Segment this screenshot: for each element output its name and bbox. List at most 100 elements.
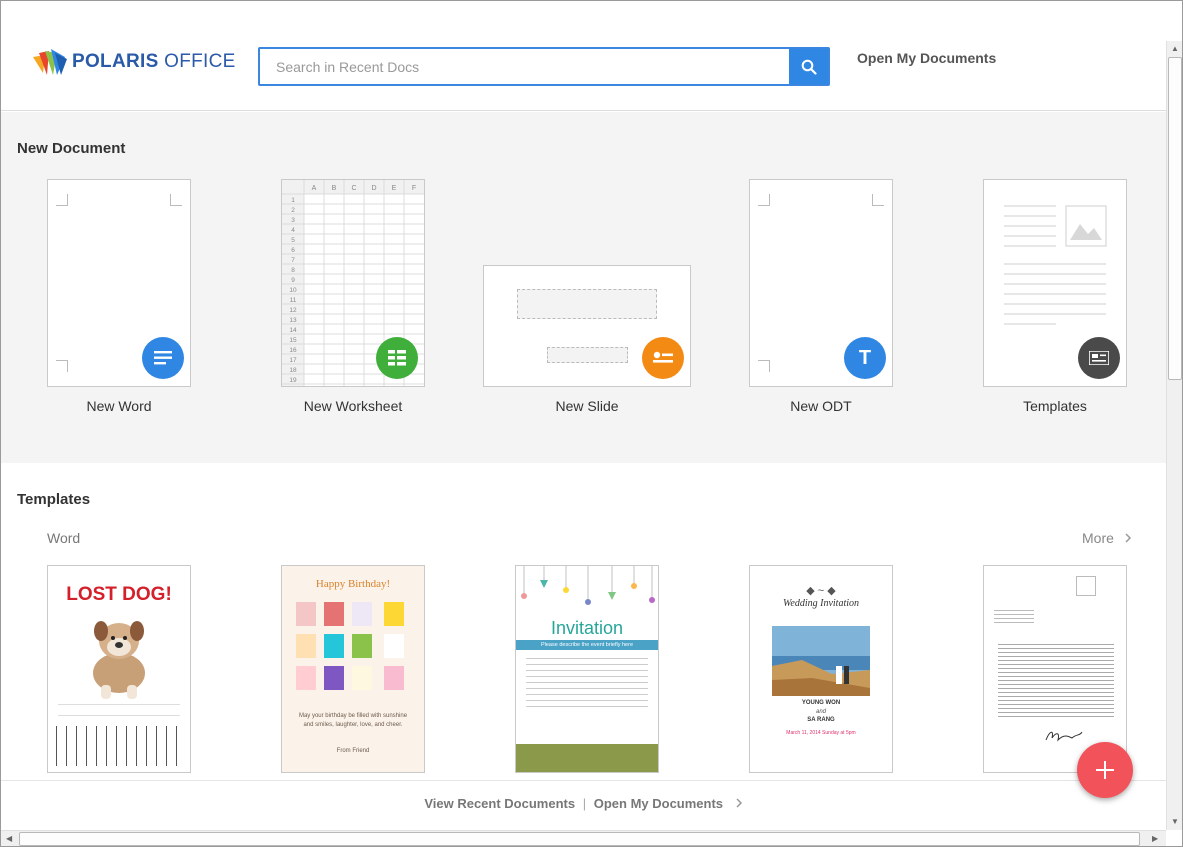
more-label: More — [1082, 530, 1114, 546]
new-slide-card[interactable] — [483, 265, 691, 387]
more-templates-link[interactable]: More — [1082, 530, 1132, 546]
new-document-section: New Document New Word A B C D E F 1 2 3 … — [1, 112, 1166, 463]
slide-title-placeholder — [517, 289, 657, 319]
page-corner-mark — [56, 194, 68, 206]
birthday-from: From Friend — [336, 748, 370, 754]
slide-badge — [642, 337, 684, 379]
wedding-date: March 11, 2014 Sunday at 5pm — [786, 730, 856, 736]
birthday-illustration — [296, 602, 404, 690]
templates-section-title: Templates — [17, 491, 91, 508]
vertical-scrollbar[interactable]: ▲ ▼ — [1166, 41, 1182, 830]
template-wedding[interactable]: ◆ ~ ◆ Wedding Invitation YOUNG WON and S… — [749, 565, 893, 773]
ornament-divider: ◆ ~ ◆ — [806, 585, 836, 597]
sheet-row-header: 19 — [289, 377, 297, 384]
chevron-right-icon — [736, 798, 742, 808]
template-icon — [1089, 351, 1109, 365]
footer-open-my-documents-link[interactable]: Open My Documents — [594, 796, 723, 811]
templates-label[interactable]: Templates — [965, 398, 1145, 414]
slide-subtitle-placeholder — [547, 347, 628, 363]
sheet-col-header: B — [332, 185, 337, 192]
scroll-down-icon[interactable]: ▼ — [1171, 817, 1179, 826]
wedding-heading: Wedding Invitation — [782, 598, 859, 609]
sheet-col-header: C — [351, 185, 356, 192]
templates-card[interactable] — [983, 179, 1127, 387]
header: POLARIS OFFICE Open My Documents — [1, 1, 1166, 111]
app-window: POLARIS OFFICE Open My Documents New Doc… — [0, 0, 1183, 847]
new-worksheet-label[interactable]: New Worksheet — [263, 398, 443, 414]
template-category-word: Word — [47, 530, 81, 546]
template-happy-birthday[interactable]: Happy Birthday! May your birthday be fil… — [281, 565, 425, 773]
page-corner-mark — [170, 194, 182, 206]
sheet-row-header: 4 — [291, 227, 295, 234]
horizontal-scroll-thumb[interactable] — [19, 832, 1140, 846]
letterhead-logo — [1076, 576, 1096, 596]
dog-image — [93, 621, 145, 699]
lines-icon — [154, 351, 172, 365]
new-odt-label[interactable]: New ODT — [731, 398, 911, 414]
template-badge — [1078, 337, 1120, 379]
search-input[interactable] — [260, 49, 789, 84]
lost-dog-heading: LOST DOG! — [66, 584, 172, 605]
polaris-logo[interactable]: POLARIS OFFICE — [31, 47, 236, 77]
footer-divider — [1, 780, 1166, 781]
sheet-row-header: 16 — [289, 347, 297, 354]
vertical-scroll-thumb[interactable] — [1168, 57, 1182, 380]
invitation-subheading: Please describe the event briefly here — [516, 640, 658, 650]
chevron-right-icon — [1125, 533, 1131, 543]
worksheet-badge — [376, 337, 418, 379]
plus-icon — [1096, 761, 1114, 779]
new-word-label[interactable]: New Word — [29, 398, 209, 414]
search-box — [258, 47, 830, 86]
scroll-right-icon[interactable]: ▶ — [1152, 834, 1158, 843]
scroll-left-icon[interactable]: ◀ — [6, 834, 12, 843]
invitation-body-lines — [526, 658, 648, 710]
template-invitation[interactable]: Invitation Please describe the event bri… — [515, 565, 659, 773]
invitation-footer-band — [516, 744, 658, 772]
sheet-row-header: 3 — [291, 217, 295, 224]
birthday-heading: Happy Birthday! — [315, 578, 391, 590]
sheet-col-header: A — [312, 185, 317, 192]
hanging-ornaments — [521, 566, 655, 605]
sheet-col-header: F — [412, 185, 416, 192]
new-odt-card[interactable]: T — [749, 179, 893, 387]
sheet-col-header: D — [371, 185, 376, 192]
polaris-logo-icon — [33, 49, 67, 75]
sheet-row-header: 1 — [291, 197, 295, 204]
new-word-card[interactable] — [47, 179, 191, 387]
sheet-row-header: 14 — [289, 327, 297, 334]
add-document-button[interactable] — [1077, 742, 1133, 798]
sheet-row-header: 8 — [291, 267, 295, 274]
template-lost-dog[interactable]: LOST DOG! — [47, 565, 191, 773]
page-corner-mark — [872, 194, 884, 206]
letter-t-icon: T — [844, 337, 886, 379]
sheet-row-header: 6 — [291, 247, 295, 254]
page-corner-mark — [758, 194, 770, 206]
text-placeholder — [58, 704, 180, 716]
view-recent-documents-link[interactable]: View Recent Documents — [424, 796, 575, 811]
word-badge — [142, 337, 184, 379]
birthday-message: May your birthday be filled with sunshin… — [298, 713, 408, 728]
sheet-row-header: 12 — [289, 307, 297, 314]
sheet-row-header: 17 — [289, 357, 297, 364]
sheet-col-header: E — [392, 185, 397, 192]
sheet-row-header: 9 — [291, 277, 295, 284]
horizontal-scrollbar[interactable]: ◀ ▶ — [1, 830, 1166, 846]
brand-name: POLARIS OFFICE — [72, 51, 236, 72]
footer-links: View Recent Documents | Open My Document… — [1, 796, 1166, 811]
wedding-photo — [772, 626, 870, 696]
slide-icon — [653, 351, 673, 363]
sheet-row-header: 13 — [289, 317, 297, 324]
grid-icon — [388, 350, 406, 366]
search-button[interactable] — [789, 49, 828, 84]
search-icon — [801, 59, 817, 75]
sheet-row-header: 7 — [291, 257, 295, 264]
new-slide-label[interactable]: New Slide — [497, 398, 677, 414]
new-worksheet-card[interactable]: A B C D E F 1 2 3 4 5 6 7 8 9 10 11 12 1… — [281, 179, 425, 387]
new-document-title: New Document — [17, 140, 126, 157]
wedding-name-1: YOUNG WON — [801, 700, 841, 706]
sheet-row-header: 5 — [291, 237, 295, 244]
scroll-up-icon[interactable]: ▲ — [1171, 44, 1179, 53]
letter-body-lines — [998, 644, 1114, 720]
open-my-documents-link[interactable]: Open My Documents — [857, 50, 996, 66]
address-lines — [994, 610, 1034, 624]
